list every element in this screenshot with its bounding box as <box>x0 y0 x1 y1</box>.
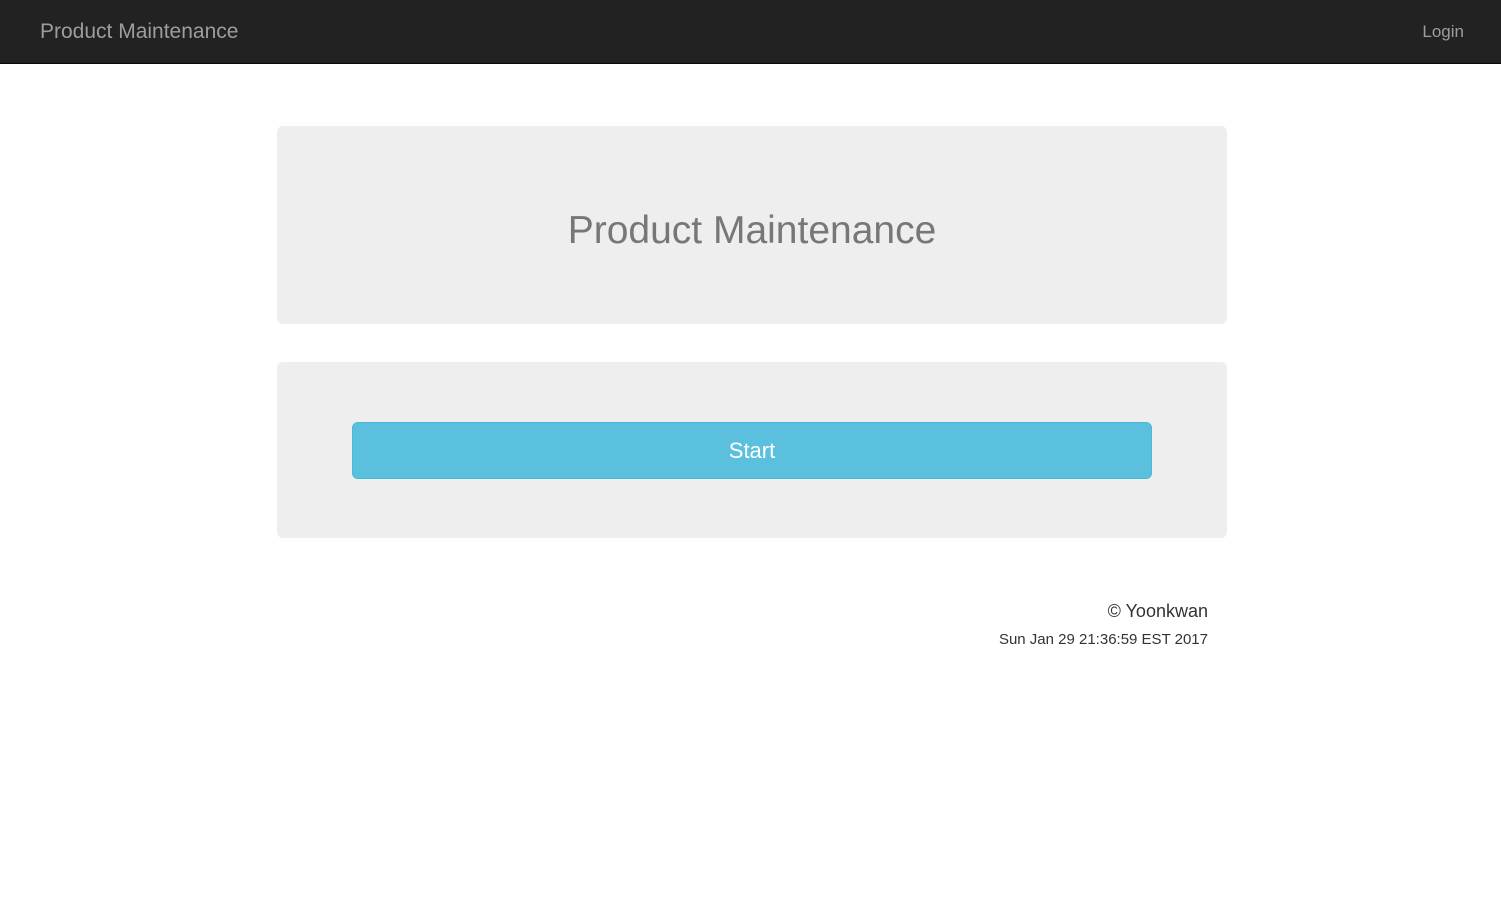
footer: © Yoonkwan Sun Jan 29 21:36:59 EST 2017 <box>999 598 1208 653</box>
action-panel: Start <box>277 362 1227 538</box>
title-banner: Product Maintenance <box>277 126 1227 324</box>
top-navbar: Product Maintenance Login <box>0 0 1501 64</box>
start-button[interactable]: Start <box>352 422 1152 479</box>
timestamp-text: Sun Jan 29 21:36:59 EST 2017 <box>998 631 1208 648</box>
copyright-text: © Yoonkwan <box>1107 601 1208 621</box>
page-title: Product Maintenance <box>567 209 937 252</box>
navbar-brand[interactable]: Product Maintenance <box>40 0 238 64</box>
login-link[interactable]: Login <box>1422 0 1464 64</box>
